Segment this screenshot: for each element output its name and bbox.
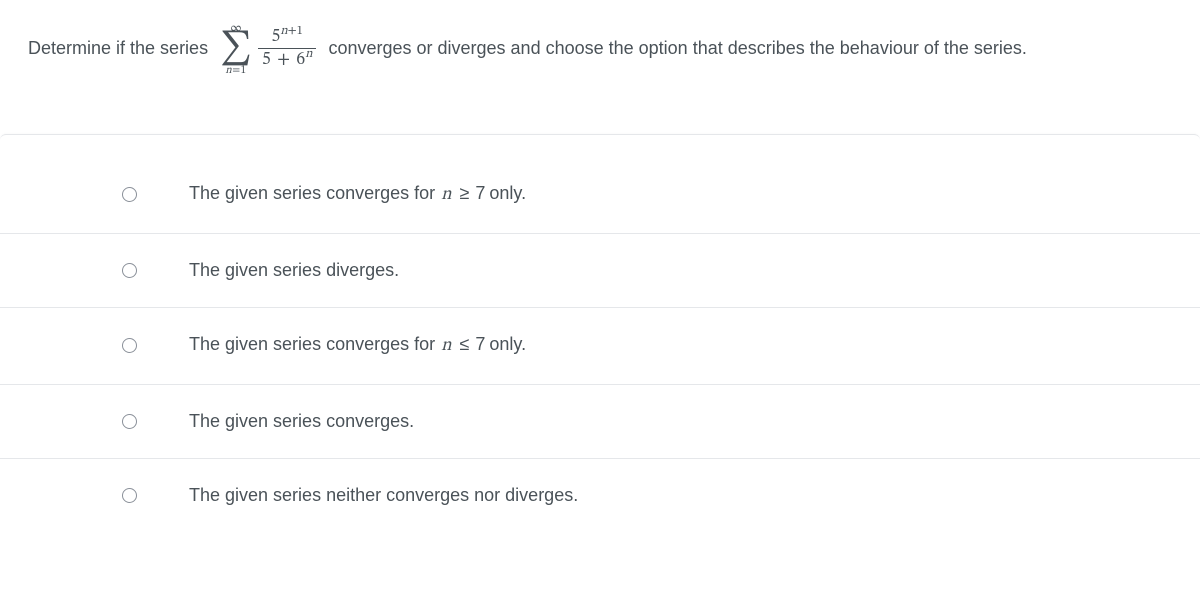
sigma-symbol: ∑ <box>220 34 252 65</box>
option-text: The given series diverges. <box>189 260 399 281</box>
option-post: only. <box>489 334 526 355</box>
option-row[interactable]: The given series diverges. <box>0 234 1200 308</box>
radio-button[interactable] <box>122 488 137 503</box>
series-expression: ∞ ∑ n=1 5n+1 5 + 6n <box>220 22 316 76</box>
num-exp: n+1 <box>280 24 303 37</box>
radio-button[interactable] <box>122 263 137 278</box>
option-pre: The given series converges. <box>189 411 414 432</box>
option-text: The given series neither converges nor d… <box>189 485 578 506</box>
option-pre: The given series converges for <box>189 183 435 204</box>
option-math-rel: ≥ <box>458 183 472 204</box>
radio-button[interactable] <box>122 338 137 353</box>
num-exp-plus: +1 <box>288 24 303 37</box>
radio-button[interactable] <box>122 187 137 202</box>
option-row[interactable]: The given series neither converges nor d… <box>0 459 1200 532</box>
option-row[interactable]: The given series converges. <box>0 385 1200 459</box>
option-pre: The given series converges for <box>189 334 435 355</box>
options-panel: The given series converges for n ≥ 7 onl… <box>0 134 1200 532</box>
num-base: 5 <box>271 28 280 46</box>
option-math-var: n <box>439 184 453 207</box>
fraction-denominator: 5 + 6n <box>258 48 317 69</box>
sigma-block: ∞ ∑ n=1 <box>220 22 252 76</box>
question-stem: Determine if the series ∞ ∑ n=1 5n+1 5 +… <box>0 0 1200 104</box>
fraction-numerator: 5n+1 <box>267 28 307 48</box>
option-post: only. <box>489 183 526 204</box>
option-text: The given series converges for n ≤ 7 onl… <box>189 334 526 358</box>
option-pre: The given series neither converges nor d… <box>189 485 578 506</box>
option-text: The given series converges. <box>189 411 414 432</box>
option-math-rel: ≤ <box>458 334 472 355</box>
sigma-eq: = <box>232 65 240 76</box>
sigma-lower-limit: n=1 <box>225 65 246 76</box>
num-exp-var: n <box>280 24 287 37</box>
radio-button[interactable] <box>122 414 137 429</box>
den-plus: + <box>275 51 292 69</box>
question-prefix: Determine if the series <box>28 36 208 61</box>
sigma-start: 1 <box>241 65 247 76</box>
question-suffix: converges or diverges and choose the opt… <box>328 36 1026 61</box>
den-right-exp: n <box>305 47 312 60</box>
den-left: 5 <box>262 51 271 69</box>
den-right-base: 6 <box>296 51 305 69</box>
option-pre: The given series diverges. <box>189 260 399 281</box>
option-math-var: n <box>439 335 453 358</box>
fraction: 5n+1 5 + 6n <box>258 28 317 69</box>
option-row[interactable]: The given series converges for n ≤ 7 onl… <box>0 308 1200 385</box>
option-row[interactable]: The given series converges for n ≥ 7 onl… <box>0 135 1200 234</box>
option-math-val: 7 <box>475 183 485 204</box>
option-text: The given series converges for n ≥ 7 onl… <box>189 183 526 207</box>
option-math-val: 7 <box>475 334 485 355</box>
